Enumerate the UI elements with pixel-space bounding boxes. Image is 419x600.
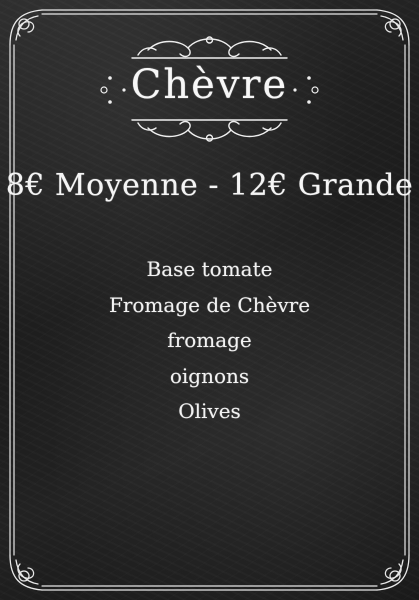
corner-ornament-icon <box>9 554 43 591</box>
ingredient-item: Base tomate <box>146 257 273 281</box>
ingredient-item: fromage <box>167 328 252 352</box>
chalkboard-menu: Chèvre 8€ Moyenne - 12€ Grande Base toma… <box>0 0 419 600</box>
title-flourish-top-icon <box>131 36 288 59</box>
pizza-title: Chèvre <box>130 62 289 108</box>
ingredient-list: Base tomate Fromage de Chèvre fromage oi… <box>0 252 419 430</box>
ingredient-item: Olives <box>178 399 241 423</box>
ingredient-item: oignons <box>169 363 250 388</box>
price-line: 8€ Moyenne - 12€ Grande <box>5 168 414 203</box>
ingredient-item: Fromage de Chèvre <box>108 292 311 317</box>
title-flourish-bottom-icon <box>131 119 288 142</box>
corner-ornament-icon <box>376 554 410 591</box>
corner-ornament-icon <box>9 9 43 46</box>
corner-ornament-icon <box>376 9 410 46</box>
